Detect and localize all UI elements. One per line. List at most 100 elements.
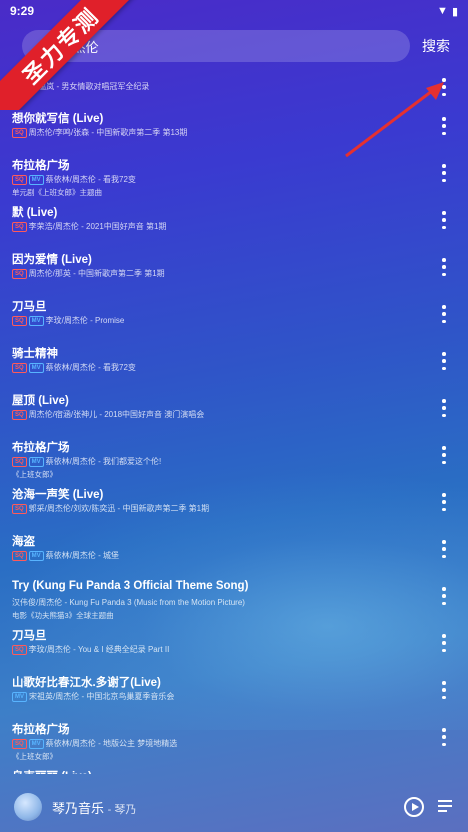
player-artist: 琴乃: [114, 803, 137, 816]
song-item[interactable]: 刀马旦 SQ 李玟/周杰伦 - You & I 经典全纪录 Part II: [0, 627, 468, 673]
song-item[interactable]: 因为爱情 (Live) SQ 周杰伦/那英 - 中国新歌声第二季 第1期: [0, 251, 468, 297]
song-artist-album: 周杰伦/温岚 - 男女情歌对唱冠军全纪录: [12, 82, 150, 91]
song-subtitle-row: SQ 李玟/周杰伦 - You & I 经典全纪录 Part II: [12, 644, 169, 655]
song-subtitle-row: 周杰伦/温岚 - 男女情歌对唱冠军全纪录: [12, 81, 149, 92]
mv-badge: MV: [28, 738, 44, 749]
song-item[interactable]: 屋顶 (Live) SQ 周杰伦/宿涵/张神儿 - 2018中国好声音 澳门演唱会: [0, 392, 468, 438]
song-item[interactable]: 山歌好比春江水.多谢了(Live) MV 宋祖英/周杰伦 - 中国北京鸟巢夏季音乐会: [0, 674, 468, 720]
song-artist-album: 李荣浩/周杰伦 - 2021中国好声音 第1期: [28, 222, 167, 231]
more-options-icon[interactable]: [438, 78, 450, 96]
sq-badge: SQ: [12, 362, 27, 373]
wifi-icon: ▼: [437, 5, 448, 17]
song-item[interactable]: 布拉格广场 SQ MV 蔡依林/周杰伦 - 我们都爱这个伦! 《上班女郎》: [0, 439, 468, 485]
more-options-icon[interactable]: [438, 634, 450, 652]
more-options-icon[interactable]: [438, 117, 450, 135]
status-icons: ▼ ▮: [437, 5, 458, 18]
song-item[interactable]: Try (Kung Fu Panda 3 Official Theme Song…: [0, 580, 468, 626]
mv-badge: MV: [28, 174, 44, 185]
battery-icon: ▮: [451, 5, 458, 18]
more-options-icon[interactable]: [438, 399, 450, 417]
mv-badge: MV: [12, 691, 27, 702]
song-item[interactable]: 布拉格广场 SQ MV 蔡依林/周杰伦 - 地版公主 梦境地精选 《上班女郎》: [0, 721, 468, 767]
song-title: 屋顶 (Live): [12, 395, 69, 407]
song-title: 乌克丽丽 (Live): [12, 768, 92, 774]
song-note: 《上班女郎》: [12, 470, 57, 479]
sq-badge: SQ: [12, 738, 27, 749]
song-artist-album: 周杰伦/李鸣/张森 - 中国新歌声第二季 第13期: [28, 128, 188, 137]
song-title: 海盗: [12, 536, 35, 548]
more-options-icon[interactable]: [438, 164, 450, 182]
player-info[interactable]: 琴乃音乐 - 琴乃: [52, 798, 136, 817]
song-item[interactable]: 沧海一声笑 (Live) SQ 郭采/周杰伦/刘欢/陈奕迅 - 中国新歌声第二季 第…: [0, 486, 468, 532]
song-title: 刀马旦: [12, 630, 47, 642]
song-artist-album: 郭采/周杰伦/刘欢/陈奕迅 - 中国新歌声第二季 第1期: [28, 504, 210, 513]
song-title: 布拉格广场: [12, 442, 70, 454]
song-list: 周杰伦/温岚 - 男女情歌对唱冠军全纪录 想你就写信 (Live) SQ 周杰伦/李鸣…: [0, 64, 468, 774]
song-item[interactable]: 想你就写信 (Live) SQ 周杰伦/李鸣/张森 - 中国新歌声第二季 第13期: [0, 110, 468, 156]
song-note: 《上班女郎》: [12, 752, 57, 761]
song-subtitle-row: SQ 周杰伦/宿涵/张神儿 - 2018中国好声音 澳门演唱会: [12, 409, 204, 420]
song-item[interactable]: 乌克丽丽 (Live): [0, 768, 468, 774]
album-cover[interactable]: [14, 793, 42, 821]
song-artist-album: 周杰伦/那英 - 中国新歌声第二季 第1期: [28, 269, 165, 278]
song-artist-album: 蔡依林/周杰伦 - 看我72变: [45, 175, 136, 184]
more-options-icon[interactable]: [438, 352, 450, 370]
song-artist-album: 汉伟俊/周杰伦 - Kung Fu Panda 3 (Music from th…: [12, 598, 245, 607]
song-artist-album: 李玟/周杰伦 - Promise: [45, 316, 125, 325]
status-bar: 9:29 ▼ ▮: [0, 0, 468, 22]
song-subtitle-row: SQ MV 蔡依林/周杰伦 - 看我72变: [12, 362, 136, 373]
more-options-icon[interactable]: [438, 258, 450, 276]
song-artist-album: 宋祖英/周杰伦 - 中国北京鸟巢夏季音乐会: [29, 692, 175, 701]
song-subtitle-row: MV 宋祖英/周杰伦 - 中国北京鸟巢夏季音乐会: [12, 691, 174, 702]
song-item[interactable]: 骑士精神 SQ MV 蔡依林/周杰伦 - 看我72变: [0, 345, 468, 391]
mv-badge: MV: [28, 456, 44, 467]
more-options-icon[interactable]: [438, 728, 450, 746]
more-options-icon[interactable]: [438, 211, 450, 229]
song-subtitle-row: SQ MV 蔡依林/周杰伦 - 我们都爱这个伦!: [12, 456, 161, 467]
status-time: 9:29: [10, 4, 35, 18]
song-subtitle-row: SQ MV 蔡依林/周杰伦 - 看我72变: [12, 174, 136, 185]
song-title: 因为爱情 (Live): [12, 254, 92, 266]
sq-badge: SQ: [12, 268, 27, 279]
song-title: 沧海一声笑 (Live): [12, 489, 104, 501]
mv-badge: MV: [28, 362, 44, 373]
more-options-icon[interactable]: [438, 681, 450, 699]
song-title: 想你就写信 (Live): [12, 113, 104, 125]
sq-badge: SQ: [12, 221, 27, 232]
more-options-icon[interactable]: [438, 587, 450, 605]
song-subtitle-row: SQ 李荣浩/周杰伦 - 2021中国好声音 第1期: [12, 221, 166, 232]
more-options-icon[interactable]: [438, 305, 450, 323]
more-options-icon[interactable]: [438, 446, 450, 464]
song-title: 刀马旦: [12, 301, 47, 313]
mv-badge: MV: [28, 550, 44, 561]
sq-badge: SQ: [12, 127, 27, 138]
search-button[interactable]: 搜索: [422, 36, 450, 56]
song-item[interactable]: 默 (Live) SQ 李荣浩/周杰伦 - 2021中国好声音 第1期: [0, 204, 468, 250]
song-note: 电影《功夫熊猫3》全球主题曲: [12, 611, 114, 620]
song-subtitle-row: SQ 郭采/周杰伦/刘欢/陈奕迅 - 中国新歌声第二季 第1期: [12, 503, 209, 514]
song-subtitle-row: SQ 周杰伦/李鸣/张森 - 中国新歌声第二季 第13期: [12, 127, 187, 138]
search-bar: \ 周杰伦 搜索: [0, 30, 468, 64]
sq-badge: SQ: [12, 409, 27, 420]
song-item[interactable]: 刀马旦 SQ MV 李玟/周杰伦 - Promise: [0, 298, 468, 344]
search-input[interactable]: \ 周杰伦: [22, 30, 410, 62]
sq-badge: SQ: [12, 315, 27, 326]
playlist-icon[interactable]: [438, 798, 456, 814]
song-item[interactable]: 周杰伦/温岚 - 男女情歌对唱冠军全纪录: [0, 64, 468, 110]
sq-badge: SQ: [12, 174, 27, 185]
more-options-icon[interactable]: [438, 493, 450, 511]
song-item[interactable]: 布拉格广场 SQ MV 蔡依林/周杰伦 - 看我72变 单元剧《上班女郎》主题曲: [0, 157, 468, 203]
song-item[interactable]: 海盗 SQ MV 蔡依林/周杰伦 - 城堡: [0, 533, 468, 579]
sq-badge: SQ: [12, 550, 27, 561]
sq-badge: SQ: [12, 503, 27, 514]
mini-player[interactable]: 琴乃音乐 - 琴乃: [0, 782, 468, 832]
play-icon: [411, 803, 419, 811]
song-artist-album: 蔡依林/周杰伦 - 我们都爱这个伦!: [45, 457, 162, 466]
song-artist-album: 蔡依林/周杰伦 - 城堡: [45, 551, 120, 560]
song-artist-album: 周杰伦/宿涵/张神儿 - 2018中国好声音 澳门演唱会: [28, 410, 205, 419]
more-options-icon[interactable]: [438, 540, 450, 558]
song-title: Try (Kung Fu Panda 3 Official Theme Song…: [12, 580, 249, 592]
play-button[interactable]: [404, 797, 424, 817]
mv-badge: MV: [28, 315, 44, 326]
sq-badge: SQ: [12, 644, 27, 655]
